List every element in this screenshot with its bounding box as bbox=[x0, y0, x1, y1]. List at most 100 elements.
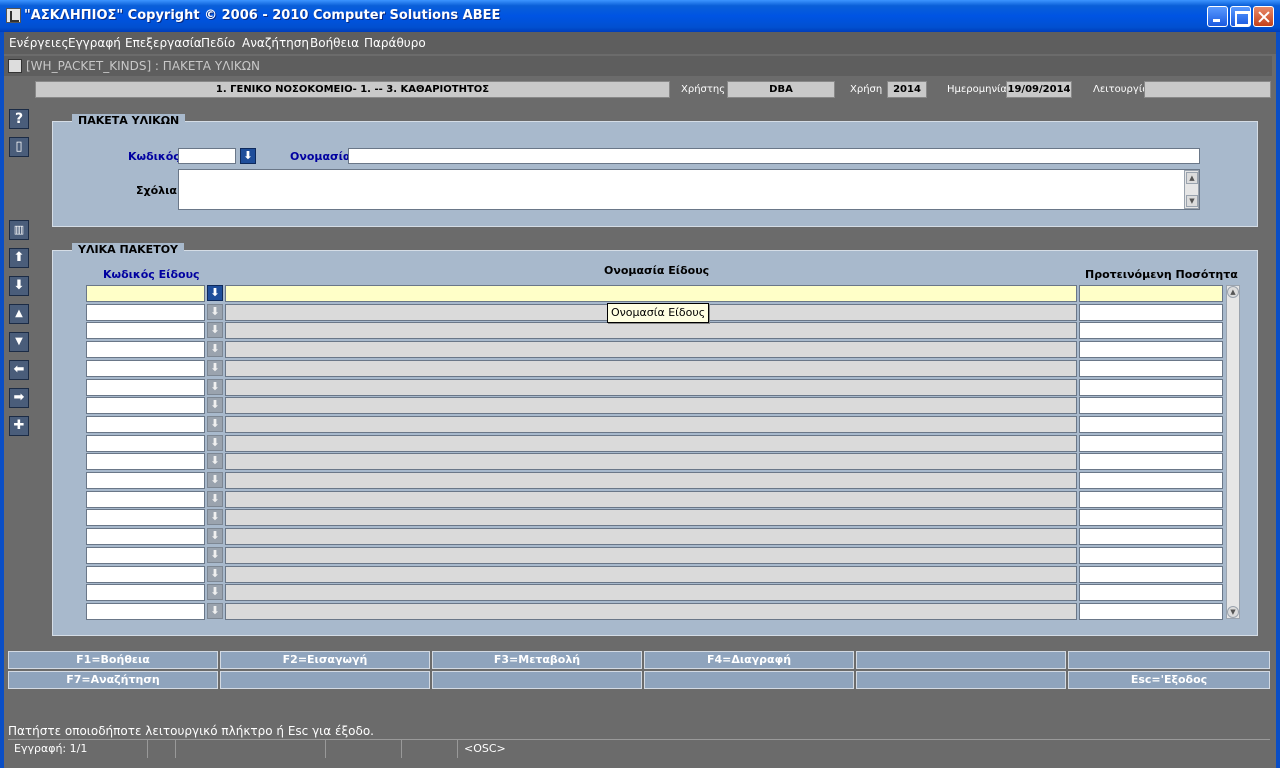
previous-block-button[interactable]: ⬅ bbox=[9, 360, 29, 380]
previous-record-button[interactable]: ▲ bbox=[9, 304, 29, 324]
scroll-down-icon[interactable]: ▼ bbox=[1186, 195, 1198, 207]
insert-record-button[interactable]: ✚ bbox=[9, 416, 29, 436]
item-name-cell[interactable] bbox=[225, 603, 1077, 620]
item-quantity-cell[interactable] bbox=[1079, 453, 1223, 470]
scroll-up-icon[interactable]: ▲ bbox=[1186, 172, 1198, 184]
close-button[interactable] bbox=[1253, 6, 1274, 27]
item-code-lov-button[interactable]: ⬇ bbox=[207, 341, 223, 357]
code-lov-button[interactable]: ⬇ bbox=[240, 148, 256, 164]
item-name-cell[interactable] bbox=[225, 416, 1077, 433]
function-key-button[interactable]: Esc='Εξοδος bbox=[1068, 671, 1270, 689]
item-name-cell[interactable] bbox=[225, 341, 1077, 358]
delete-record-button[interactable]: ▥ bbox=[9, 220, 29, 240]
item-code-lov-button[interactable]: ⬇ bbox=[207, 379, 223, 395]
item-code-lov-button[interactable]: ⬇ bbox=[207, 453, 223, 469]
item-code-cell[interactable] bbox=[86, 397, 205, 414]
item-code-cell[interactable] bbox=[86, 566, 205, 583]
item-quantity-cell[interactable] bbox=[1079, 472, 1223, 489]
menu-field[interactable]: Πεδίο bbox=[201, 36, 235, 50]
item-quantity-cell[interactable] bbox=[1079, 416, 1223, 433]
menu-search[interactable]: Αναζήτηση bbox=[242, 36, 309, 50]
item-name-cell[interactable] bbox=[225, 566, 1077, 583]
menu-help[interactable]: Βοήθεια bbox=[310, 36, 359, 50]
item-quantity-cell[interactable] bbox=[1079, 528, 1223, 545]
function-key-empty[interactable] bbox=[856, 651, 1066, 669]
function-key-button[interactable]: F1=Βοήθεια bbox=[8, 651, 218, 669]
function-key-button[interactable]: F2=Εισαγωγή bbox=[220, 651, 430, 669]
item-code-lov-button[interactable]: ⬇ bbox=[207, 566, 223, 582]
function-key-empty[interactable] bbox=[856, 671, 1066, 689]
item-code-cell[interactable] bbox=[86, 509, 205, 526]
maximize-button[interactable] bbox=[1230, 6, 1251, 27]
item-quantity-cell[interactable] bbox=[1079, 360, 1223, 377]
menu-record[interactable]: Εγγραφή bbox=[68, 36, 121, 50]
menu-actions[interactable]: Ενέργειες bbox=[9, 36, 69, 50]
item-code-lov-button[interactable]: ⬇ bbox=[207, 360, 223, 376]
item-name-cell[interactable] bbox=[225, 285, 1077, 302]
item-quantity-cell[interactable] bbox=[1079, 566, 1223, 583]
item-name-cell[interactable] bbox=[225, 322, 1077, 339]
item-quantity-cell[interactable] bbox=[1079, 584, 1223, 601]
item-code-cell[interactable] bbox=[86, 416, 205, 433]
next-block-button[interactable]: ➡ bbox=[9, 388, 29, 408]
item-quantity-cell[interactable] bbox=[1079, 509, 1223, 526]
item-name-cell[interactable] bbox=[225, 584, 1077, 601]
item-code-cell[interactable] bbox=[86, 304, 205, 321]
comments-scrollbar[interactable]: ▲ ▼ bbox=[1184, 170, 1199, 209]
code-input[interactable] bbox=[178, 148, 236, 164]
notes-button[interactable]: ▯ bbox=[9, 137, 29, 157]
item-quantity-cell[interactable] bbox=[1079, 379, 1223, 396]
item-code-cell[interactable] bbox=[86, 435, 205, 452]
item-code-lov-button[interactable]: ⬇ bbox=[207, 304, 223, 320]
item-code-cell[interactable] bbox=[86, 584, 205, 601]
item-name-cell[interactable] bbox=[225, 435, 1077, 452]
last-record-button[interactable]: ⬇ bbox=[9, 276, 29, 296]
item-name-cell[interactable] bbox=[225, 453, 1077, 470]
window-title-bar[interactable]: "ΑΣΚΛΗΠΙΟΣ" Copyright © 2006 - 2010 Comp… bbox=[0, 0, 1280, 32]
scroll-down-icon[interactable]: ▼ bbox=[1227, 606, 1239, 618]
item-quantity-cell[interactable] bbox=[1079, 603, 1223, 620]
item-quantity-cell[interactable] bbox=[1079, 341, 1223, 358]
item-code-lov-button[interactable]: ⬇ bbox=[207, 397, 223, 413]
help-button[interactable]: ? bbox=[9, 109, 29, 129]
item-name-cell[interactable] bbox=[225, 379, 1077, 396]
materials-scrollbar[interactable]: ▲ ▼ bbox=[1226, 285, 1240, 619]
menu-edit[interactable]: Επεξεργασία bbox=[125, 36, 202, 50]
item-code-cell[interactable] bbox=[86, 285, 205, 302]
item-name-cell[interactable] bbox=[225, 472, 1077, 489]
item-code-lov-button[interactable]: ⬇ bbox=[207, 491, 223, 507]
item-name-cell[interactable] bbox=[225, 509, 1077, 526]
item-quantity-cell[interactable] bbox=[1079, 435, 1223, 452]
item-name-cell[interactable] bbox=[225, 547, 1077, 564]
item-code-lov-button[interactable]: ⬇ bbox=[207, 285, 223, 301]
item-code-cell[interactable] bbox=[86, 322, 205, 339]
next-record-button[interactable]: ▼ bbox=[9, 332, 29, 352]
function-key-button[interactable]: F3=Μεταβολή bbox=[432, 651, 642, 669]
item-code-cell[interactable] bbox=[86, 341, 205, 358]
first-record-button[interactable]: ⬆ bbox=[9, 248, 29, 268]
item-code-cell[interactable] bbox=[86, 453, 205, 470]
item-quantity-cell[interactable] bbox=[1079, 491, 1223, 508]
item-quantity-cell[interactable] bbox=[1079, 304, 1223, 321]
function-key-button[interactable]: F7=Αναζήτηση bbox=[8, 671, 218, 689]
scroll-up-icon[interactable]: ▲ bbox=[1227, 286, 1239, 298]
item-code-cell[interactable] bbox=[86, 528, 205, 545]
item-code-lov-button[interactable]: ⬇ bbox=[207, 603, 223, 619]
name-input[interactable] bbox=[348, 148, 1200, 164]
function-key-empty[interactable] bbox=[432, 671, 642, 689]
item-code-lov-button[interactable]: ⬇ bbox=[207, 509, 223, 525]
item-name-cell[interactable] bbox=[225, 528, 1077, 545]
item-code-cell[interactable] bbox=[86, 379, 205, 396]
item-code-cell[interactable] bbox=[86, 603, 205, 620]
item-code-cell[interactable] bbox=[86, 360, 205, 377]
item-code-cell[interactable] bbox=[86, 491, 205, 508]
function-key-empty[interactable] bbox=[1068, 651, 1270, 669]
item-code-cell[interactable] bbox=[86, 547, 205, 564]
item-code-lov-button[interactable]: ⬇ bbox=[207, 528, 223, 544]
item-name-cell[interactable] bbox=[225, 360, 1077, 377]
item-quantity-cell[interactable] bbox=[1079, 547, 1223, 564]
item-quantity-cell[interactable] bbox=[1079, 397, 1223, 414]
item-code-lov-button[interactable]: ⬇ bbox=[207, 472, 223, 488]
item-code-lov-button[interactable]: ⬇ bbox=[207, 416, 223, 432]
item-name-cell[interactable] bbox=[225, 397, 1077, 414]
